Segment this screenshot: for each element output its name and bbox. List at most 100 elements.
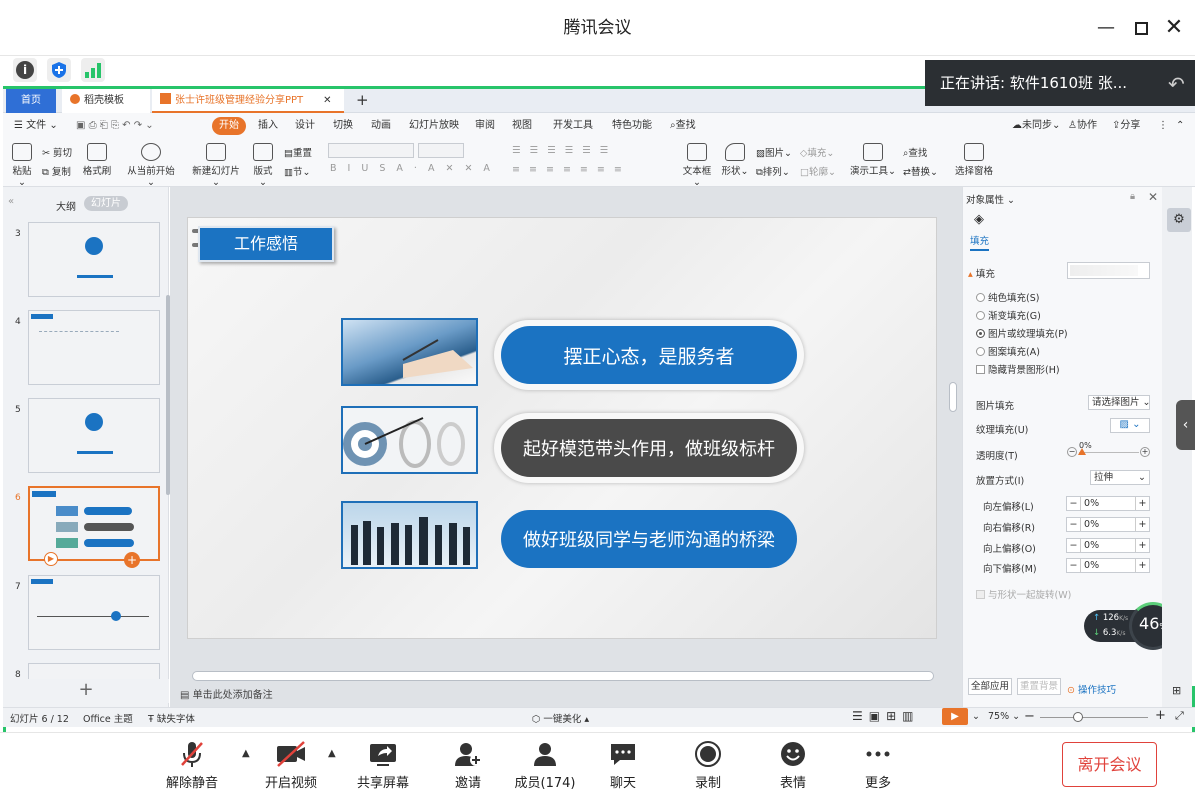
leave-meeting-button[interactable]: 离开会议	[1062, 742, 1157, 787]
beautify-button[interactable]: ⬡ 一键美化 ▴	[532, 711, 589, 725]
share-button[interactable]: ⇪分享	[1112, 117, 1140, 135]
menu-features[interactable]: 特色功能	[612, 117, 652, 135]
add-slide-bottom-icon[interactable]: +	[3, 679, 169, 703]
fill-button[interactable]: ◇填充⌄	[800, 145, 834, 159]
arrange-button[interactable]: ⧉排列⌄	[756, 164, 790, 178]
menu-view[interactable]: 视图	[512, 117, 532, 135]
outline-button[interactable]: □轮廓⌄	[800, 164, 836, 178]
grid-icon[interactable]: ⊞	[1172, 684, 1181, 697]
stretch-select[interactable]: 拉伸 ⌄	[1090, 470, 1150, 485]
slide-thumb-4[interactable]	[28, 310, 160, 385]
point-1[interactable]: 摆正心态，是服务者	[501, 326, 797, 384]
slide-thumb-5[interactable]	[28, 398, 160, 473]
fit-window-icon[interactable]: ⤢	[1175, 709, 1184, 723]
font-style-buttons[interactable]: B I U S A · A ✕ ✕ A	[330, 163, 494, 174]
more-button[interactable]: 更多	[838, 740, 918, 791]
unmute-button[interactable]: 解除静音	[152, 740, 232, 791]
slide-thumb-7[interactable]	[28, 575, 160, 650]
business-writing-image[interactable]	[341, 318, 478, 386]
info-icon[interactable]: i	[13, 58, 37, 82]
menu-slideshow[interactable]: 幻灯片放映	[409, 117, 459, 135]
chat-button[interactable]: 聊天	[583, 740, 663, 791]
point-2[interactable]: 起好模范带头作用，做班级标杆	[501, 419, 797, 477]
radio-gradient[interactable]: 渐变填充(G)	[976, 308, 1041, 322]
zoom-out-icon[interactable]: −	[1024, 709, 1035, 724]
reset-button[interactable]: ▤重置	[284, 145, 312, 159]
reply-icon[interactable]: ↶	[1168, 72, 1185, 96]
menu-animation[interactable]: 动画	[371, 117, 391, 135]
cut-button[interactable]: ✂ 剪切	[42, 145, 72, 159]
font-name-select[interactable]	[328, 143, 414, 158]
zoom-handle[interactable]	[1073, 712, 1083, 722]
picture-fill-select[interactable]: 请选择图片 ⌄	[1088, 395, 1151, 410]
play-slide-icon[interactable]: ▶	[44, 552, 58, 566]
find-button[interactable]: ⌕查找	[903, 145, 927, 159]
horizontal-scrollbar[interactable]	[192, 671, 934, 681]
play-from-current-button[interactable]: 从当前开始⌄	[124, 143, 178, 188]
video-options-icon[interactable]: ▲	[328, 748, 336, 759]
reset-bg-button[interactable]: 重置背景	[1017, 678, 1061, 695]
collab-button[interactable]: ♙协作	[1068, 117, 1097, 135]
vertical-scrollbar[interactable]	[949, 382, 957, 412]
tab-outline[interactable]: 大纲	[56, 198, 76, 213]
decrease-icon[interactable]: −	[1067, 447, 1077, 457]
notes-placeholder[interactable]: ▤ 单击此处添加备注	[180, 686, 273, 701]
menu-developer[interactable]: 开发工具	[553, 117, 593, 135]
textbox-button[interactable]: 文本框⌄	[680, 143, 714, 188]
rotate-with-shape-checkbox[interactable]: 与形状一起旋转(W)	[976, 587, 1071, 601]
apply-all-button[interactable]: 全部应用	[968, 678, 1012, 695]
zoom-slider[interactable]	[1040, 717, 1148, 718]
copy-button[interactable]: ⧉ 复制	[42, 164, 71, 178]
menu-design[interactable]: 设计	[295, 117, 315, 135]
tab-document[interactable]: 张士许班级管理经验分享PPT ✕	[152, 89, 344, 113]
play-slideshow-icon[interactable]: ▶	[942, 708, 968, 725]
layout-button[interactable]: 版式⌄	[250, 143, 276, 188]
new-tab-icon[interactable]: +	[356, 91, 369, 109]
radio-pattern[interactable]: 图案填充(A)	[976, 344, 1040, 358]
play-options-icon[interactable]: ⌄	[972, 711, 980, 722]
start-video-button[interactable]: 开启视频	[251, 740, 331, 791]
presenter-tools-button[interactable]: 演示工具⌄	[850, 143, 896, 177]
zoom-level[interactable]: 75% ⌄	[988, 711, 1020, 722]
fill-preview-select[interactable]	[1067, 262, 1150, 279]
tab-slides[interactable]: 幻灯片	[84, 196, 128, 211]
section-button[interactable]: ▥节⌄	[284, 164, 310, 178]
offset-left-stepper[interactable]: − 0% +	[1066, 496, 1150, 511]
radio-solid[interactable]: 纯色填充(S)	[976, 290, 1039, 304]
mic-options-icon[interactable]: ▲	[242, 748, 250, 759]
paste-button[interactable]: 粘贴⌄	[10, 143, 34, 188]
texture-select[interactable]: ▨ ⌄	[1110, 418, 1150, 433]
lock-icon[interactable]: 🔒︎	[1130, 191, 1135, 202]
menu-review[interactable]: 审阅	[475, 117, 495, 135]
emoji-button[interactable]: 表情	[753, 740, 833, 791]
shape-button[interactable]: 形状⌄	[720, 143, 750, 177]
record-button[interactable]: 录制	[668, 740, 748, 791]
replace-button[interactable]: ⇄替换⌄	[903, 164, 938, 178]
tab-close-icon[interactable]: ✕	[323, 95, 331, 106]
tab-home[interactable]: 首页	[6, 89, 56, 113]
fill-section[interactable]: ▴ 填充	[968, 266, 995, 280]
format-painter-button[interactable]: 格式刷	[82, 143, 112, 177]
members-button[interactable]: 成员(174)	[505, 740, 585, 791]
slide-thumb-6[interactable]: ▶ +	[28, 486, 160, 568]
expand-panel-icon[interactable]: ‹	[1176, 400, 1195, 450]
slide-thumb-8[interactable]	[28, 663, 160, 679]
select-pane-button[interactable]: 选择窗格	[952, 143, 996, 177]
menu-find[interactable]: ⌕查找	[670, 117, 696, 135]
maximize-icon[interactable]	[1127, 14, 1155, 42]
tips-link[interactable]: ⊙ 操作技巧	[1067, 682, 1116, 696]
sync-status[interactable]: ☁未同步⌄	[1012, 117, 1060, 135]
add-slide-icon[interactable]: +	[124, 552, 140, 568]
properties-icon[interactable]: ⚙	[1167, 208, 1191, 232]
menu-insert[interactable]: 插入	[258, 117, 278, 135]
font-size-select[interactable]	[418, 143, 464, 158]
new-slide-button[interactable]: 新建幻灯片⌄	[192, 143, 240, 188]
offset-bottom-stepper[interactable]: − 0% +	[1066, 558, 1150, 573]
missing-font[interactable]: Ŧ 缺失字体	[148, 711, 195, 725]
menu-start[interactable]: 开始	[212, 117, 246, 135]
collapse-panel-icon[interactable]: «	[8, 196, 14, 207]
signal-icon[interactable]	[81, 58, 105, 82]
close-icon[interactable]: ✕	[1160, 14, 1188, 42]
slide-header[interactable]: 工作感悟	[198, 226, 334, 262]
collapse-ribbon-icon[interactable]: ⌃	[1176, 117, 1184, 135]
